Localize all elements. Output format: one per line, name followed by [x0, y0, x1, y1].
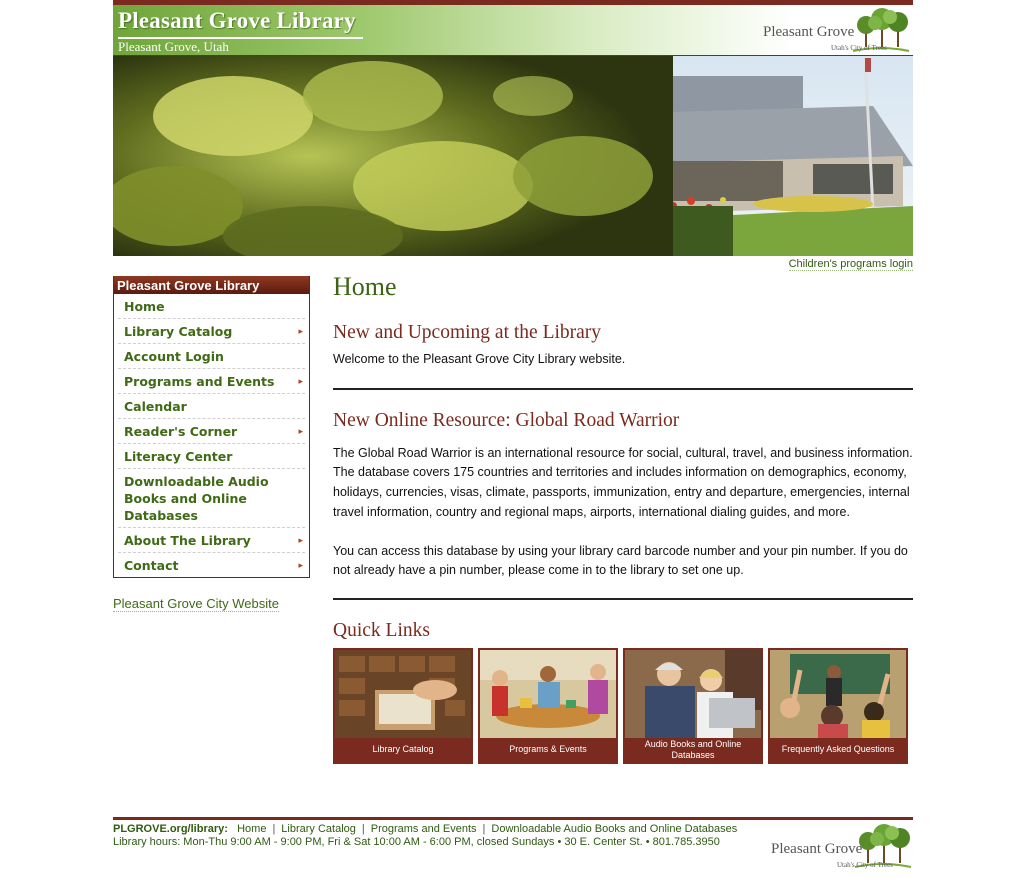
quick-link-label: Frequently Asked Questions [770, 737, 906, 762]
footer-site-label: PLGROVE.org/library: [113, 823, 228, 835]
sidebar-item-about[interactable]: About The Library ▸ [118, 528, 305, 553]
sidebar-item-label[interactable]: Home [118, 294, 305, 318]
sidebar: Pleasant Grove Library Home Library Cata… [113, 276, 310, 613]
sidebar-heading: Pleasant Grove Library [114, 276, 309, 294]
banner-image [113, 56, 913, 256]
footer-separator: | [361, 823, 365, 835]
library-building-photo [113, 56, 913, 256]
quick-link-faq[interactable]: Frequently Asked Questions [768, 647, 908, 764]
programs-photo [480, 649, 616, 738]
sidebar-item-home[interactable]: Home [118, 294, 305, 319]
sidebar-item-label[interactable]: Downloadable Audio Books and Online Data… [118, 469, 305, 527]
footer-link-audio-books-databases[interactable]: Downloadable Audio Books and Online Data… [491, 823, 737, 835]
chevron-right-icon: ▸ [298, 560, 303, 570]
sidebar-item-literacy-center[interactable]: Literacy Center [118, 444, 305, 469]
chevron-right-icon: ▸ [298, 426, 303, 436]
road-warrior-access: You can access this database by using yo… [333, 543, 908, 578]
page-container: Pleasant Grove Library Pleasant Grove, U… [113, 0, 913, 869]
city-logo[interactable]: Pleasant Grove Utah's City of Trees [761, 7, 911, 55]
quick-link-audio-books-databases[interactable]: Audio Books and Online Databases [623, 647, 763, 764]
logo-tagline: Utah's City of Trees [831, 44, 887, 52]
chevron-right-icon: ▸ [298, 535, 303, 545]
footer-link-home[interactable]: Home [237, 823, 266, 835]
footer-city-logo[interactable]: Pleasant Grove Utah's City of Trees [763, 823, 913, 871]
chevron-right-icon: ▸ [298, 326, 303, 336]
site-header: Pleasant Grove Library Pleasant Grove, U… [113, 0, 913, 56]
quick-link-label: Audio Books and Online Databases [625, 737, 761, 762]
site-title[interactable]: Pleasant Grove Library [118, 8, 356, 34]
sidebar-item-library-catalog[interactable]: Library Catalog ▸ [118, 319, 305, 344]
sidebar-item-label[interactable]: About The Library [118, 528, 305, 552]
sidebar-item-programs-events[interactable]: Programs and Events ▸ [118, 369, 305, 394]
welcome-text: Welcome to the Pleasant Grove City Libra… [333, 352, 626, 366]
sidebar-nav: Home Library Catalog ▸ Account Login Prog… [114, 294, 309, 577]
sidebar-nav-box: Pleasant Grove Library Home Library Cata… [113, 276, 310, 578]
section-heading-road-warrior: New Online Resource: Global Road Warrior [333, 409, 680, 431]
footer-separator: | [482, 823, 486, 835]
quick-link-programs-events[interactable]: Programs & Events [478, 647, 618, 764]
sidebar-item-label[interactable]: Contact [118, 553, 305, 577]
sidebar-item-label[interactable]: Calendar [118, 394, 305, 418]
computer-users-photo [625, 649, 761, 738]
sidebar-item-label[interactable]: Account Login [118, 344, 305, 368]
footer-link-library-catalog[interactable]: Library Catalog [281, 823, 356, 835]
footer-separator: | [272, 823, 276, 835]
logo-text: Pleasant Grove [771, 841, 863, 857]
sidebar-item-audio-books-databases[interactable]: Downloadable Audio Books and Online Data… [118, 469, 305, 528]
sidebar-item-label[interactable]: Library Catalog [118, 319, 305, 343]
quick-links: Library Catalog Programs & Events Audio … [333, 647, 913, 764]
quick-link-library-catalog[interactable]: Library Catalog [333, 647, 473, 764]
city-website-link[interactable]: Pleasant Grove City Website [113, 596, 279, 612]
quick-links-heading: Quick Links [333, 619, 430, 641]
sidebar-item-label[interactable]: Programs and Events [118, 369, 305, 393]
chevron-right-icon: ▸ [298, 376, 303, 386]
sidebar-item-account-login[interactable]: Account Login [118, 344, 305, 369]
page-title: Home [333, 272, 397, 301]
section-divider [333, 387, 913, 390]
section-divider [333, 597, 913, 600]
main-content: Home New and Upcoming at the Library Wel… [333, 270, 913, 764]
site-subtitle: Pleasant Grove, Utah [118, 39, 229, 54]
logo-text: Pleasant Grove [763, 24, 855, 40]
logo-tagline: Utah's City of Trees [837, 861, 893, 869]
sidebar-item-calendar[interactable]: Calendar [118, 394, 305, 419]
quick-link-label: Library Catalog [335, 737, 471, 762]
sidebar-item-readers-corner[interactable]: Reader's Corner ▸ [118, 419, 305, 444]
sidebar-item-label[interactable]: Reader's Corner [118, 419, 305, 443]
site-footer: PLGROVE.org/library: Home | Library Catalo… [113, 817, 913, 869]
card-catalog-photo [335, 649, 471, 738]
sidebar-item-contact[interactable]: Contact ▸ [118, 553, 305, 577]
quick-link-label: Programs & Events [480, 737, 616, 762]
sidebar-item-label[interactable]: Literacy Center [118, 444, 305, 468]
footer-link-programs-events[interactable]: Programs and Events [371, 823, 477, 835]
classroom-photo [770, 649, 906, 738]
road-warrior-description: The Global Road Warrior is an internatio… [333, 445, 913, 519]
section-heading-upcoming: New and Upcoming at the Library [333, 322, 602, 343]
